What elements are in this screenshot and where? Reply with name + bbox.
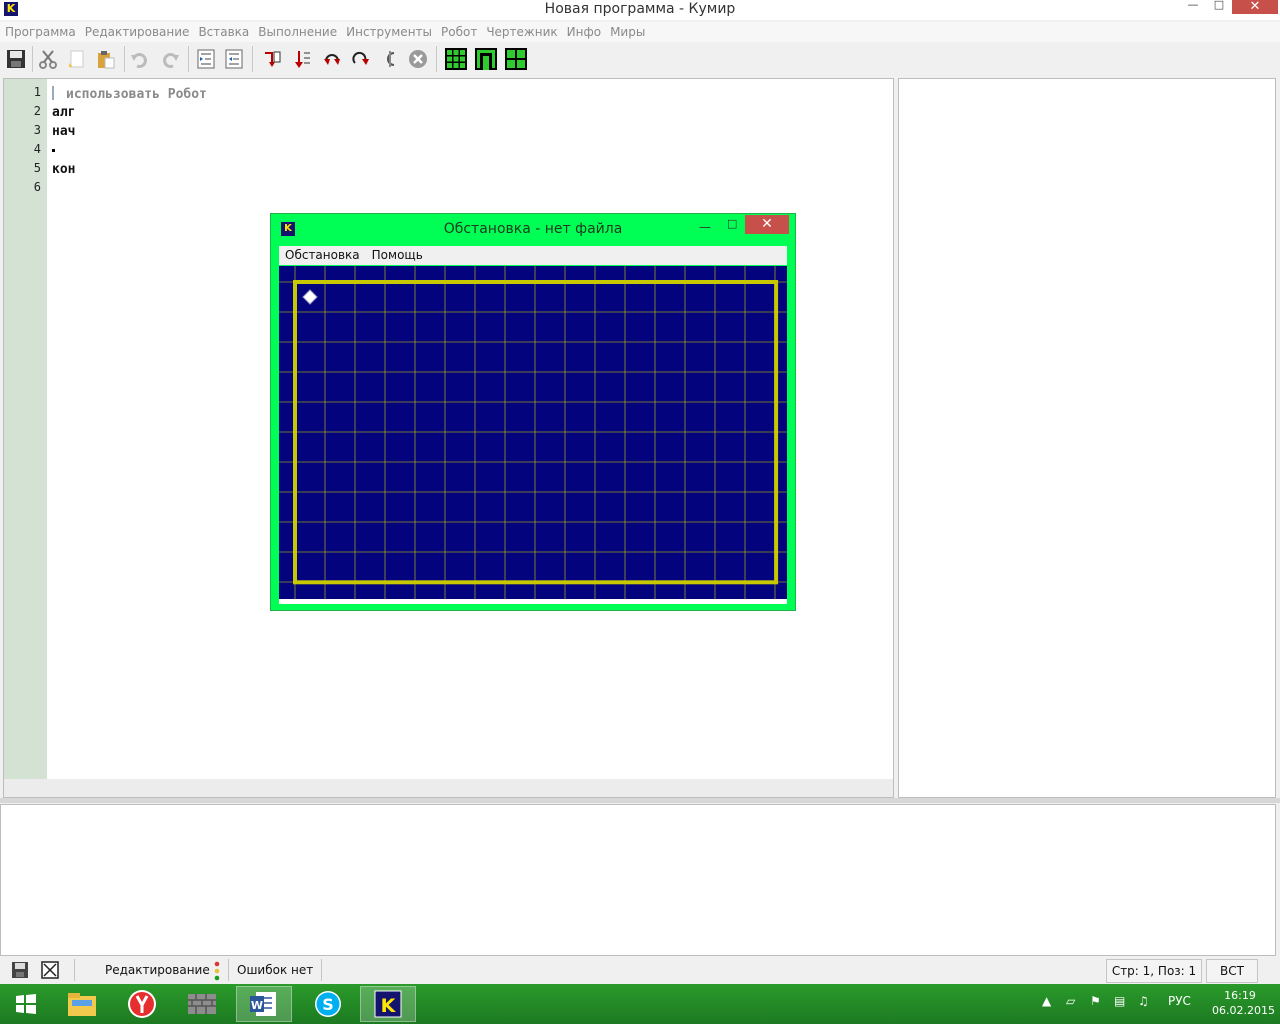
stop-icon[interactable] (406, 47, 430, 71)
menu-tools[interactable]: Инструменты (341, 22, 436, 42)
toolbar (0, 44, 1280, 74)
mode-label: Редактирование (105, 963, 210, 977)
network-tray-icon[interactable]: ▱ (1066, 994, 1075, 1008)
menu-drawer[interactable]: Чертежник (481, 22, 561, 42)
svg-text:W: W (251, 999, 263, 1012)
code-line-text: использовать Робот (66, 87, 207, 102)
line-number-gutter: 1 2 3 4 5 6 (4, 79, 47, 779)
undo-icon[interactable] (128, 47, 152, 71)
step-out-icon[interactable] (378, 47, 402, 71)
svg-text:S: S (322, 995, 334, 1014)
skype-icon[interactable]: S (300, 986, 356, 1022)
line-number: 6 (33, 180, 41, 194)
step-into-icon[interactable] (320, 47, 344, 71)
word-icon[interactable]: W (236, 986, 292, 1022)
explorer-icon[interactable] (54, 986, 110, 1022)
maximize-button[interactable]: □ (1206, 0, 1232, 14)
firewall-icon[interactable] (174, 986, 230, 1022)
save-status-icon[interactable] (8, 958, 32, 982)
volume-icon[interactable]: ♫ (1138, 994, 1149, 1008)
window-title: Новая программа - Кумир (544, 1, 736, 17)
paste-icon[interactable] (94, 47, 118, 71)
robot-close-button[interactable]: ✕ (745, 215, 789, 234)
svg-text:K: K (381, 995, 397, 1017)
status-bar: Редактирование Ошибок нет Стр: 1, Поз: 1… (0, 956, 1280, 984)
robot-maximize-button[interactable]: □ (727, 217, 737, 230)
line-number: 1 (33, 85, 41, 99)
robot-field-icon[interactable] (444, 47, 468, 71)
robot-minimize-button[interactable]: — (699, 220, 711, 234)
side-panel (898, 78, 1276, 798)
code-line[interactable]: кон (52, 162, 75, 177)
robot-menu-help[interactable]: Помощь (366, 246, 429, 265)
minimize-button[interactable]: — (1180, 0, 1206, 14)
clock[interactable]: 16:19 06.02.2015 (1212, 988, 1275, 1018)
cut-icon[interactable] (36, 47, 60, 71)
menu-info[interactable]: Инфо (562, 22, 605, 42)
robot-window-title: Обстановка - нет файла (443, 221, 623, 237)
robot-field-grid (279, 266, 787, 600)
horizontal-scrollbar[interactable] (4, 779, 893, 797)
errors-label: Ошибок нет (237, 963, 314, 977)
unindent-icon[interactable] (222, 47, 246, 71)
copy-icon[interactable] (64, 47, 88, 71)
cursor-position: Стр: 1, Поз: 1 (1106, 959, 1202, 983)
line-number: 3 (33, 123, 41, 137)
menu-worlds[interactable]: Миры (605, 22, 649, 42)
robot-field[interactable] (279, 266, 787, 600)
step-over-icon[interactable] (348, 47, 372, 71)
close-file-icon[interactable] (38, 958, 62, 982)
code-line[interactable]: нач (52, 124, 75, 139)
code-line[interactable]: использовать Робот (52, 86, 207, 102)
kumir-icon[interactable]: K (360, 986, 416, 1022)
menu-program[interactable]: Программа (0, 22, 80, 42)
robot-window-title-bar[interactable]: K Обстановка - нет файла — □ ✕ (271, 214, 795, 244)
action-center-icon[interactable]: ⚑ (1090, 994, 1101, 1008)
menu-insert[interactable]: Вставка (193, 22, 253, 42)
robot-menu-bar: Обстановка Помощь (279, 246, 787, 265)
clock-time: 16:19 (1224, 989, 1256, 1002)
start-icon[interactable] (0, 986, 52, 1022)
show-hidden-icons[interactable]: ▲ (1042, 994, 1051, 1008)
robot-menu-environment[interactable]: Обстановка (279, 246, 366, 265)
draw-window-icon[interactable] (504, 47, 528, 71)
code-line[interactable] (52, 143, 55, 158)
redo-icon[interactable] (158, 47, 182, 71)
save-icon[interactable] (4, 47, 28, 71)
indent-icon[interactable] (194, 47, 218, 71)
menu-run[interactable]: Выполнение (253, 22, 341, 42)
taskbar: W S K ▲ ▱ ⚑ ▤ ♫ РУС 16:19 06.02.2015 (0, 984, 1280, 1024)
robot-field-scrollbar[interactable] (279, 599, 787, 604)
language-indicator[interactable]: РУС (1168, 994, 1191, 1008)
run-icon[interactable] (260, 47, 284, 71)
yandex-browser-icon[interactable] (114, 986, 170, 1022)
traffic-light-icon (214, 961, 220, 981)
line-number: 5 (33, 161, 41, 175)
title-bar: K Новая программа - Кумир — □ ✕ (0, 0, 1280, 20)
panel-splitter[interactable] (0, 798, 1280, 803)
run-step-icon[interactable] (290, 47, 314, 71)
insert-mode-indicator: ВСТ (1206, 959, 1258, 983)
robot-window[interactable]: K Обстановка - нет файла — □ ✕ Обстановк… (270, 213, 796, 611)
mode-cell: Редактирование (74, 959, 225, 981)
protected-line-marker (52, 86, 54, 100)
clock-date: 06.02.2015 (1212, 1004, 1275, 1017)
network-signal-icon[interactable]: ▤ (1114, 994, 1125, 1008)
line-number: 4 (33, 142, 41, 156)
console-output[interactable] (0, 804, 1276, 956)
code-line[interactable]: алг (52, 105, 75, 120)
line-number: 2 (33, 104, 41, 118)
close-button[interactable]: ✕ (1232, 0, 1278, 14)
errors-cell: Ошибок нет (228, 959, 322, 981)
menu-edit[interactable]: Редактирование (80, 22, 194, 42)
text-cursor (52, 149, 55, 152)
robot-window-icon[interactable] (474, 47, 498, 71)
menu-robot[interactable]: Робот (436, 22, 481, 42)
menu-bar: Программа Редактирование Вставка Выполнение… (0, 22, 1280, 42)
